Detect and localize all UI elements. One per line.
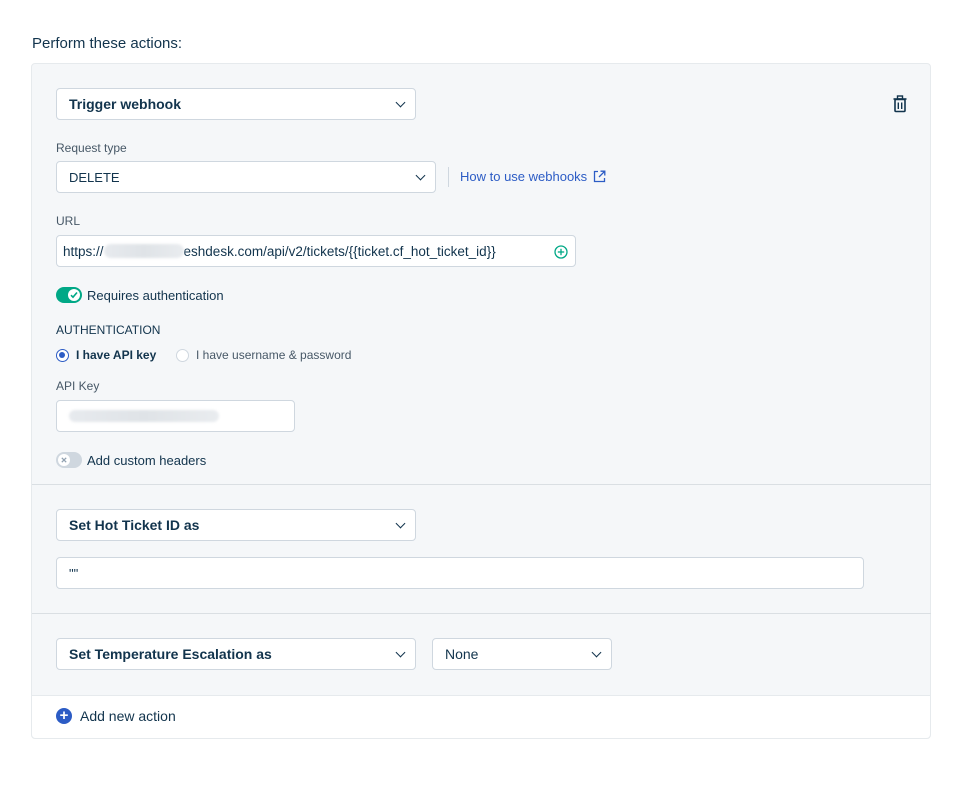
plus-circle-icon — [554, 245, 568, 259]
check-icon — [70, 291, 78, 299]
api-key-input[interactable] — [56, 400, 295, 432]
section-divider — [32, 613, 931, 614]
action-type-select-webhook[interactable]: Trigger webhook — [56, 88, 416, 120]
chevron-down-icon — [415, 170, 426, 181]
action-type-select-hot-ticket[interactable]: Set Hot Ticket ID as — [56, 509, 416, 541]
url-suffix: eshdesk.com/api/v2/tickets/{{ticket.cf_h… — [183, 243, 496, 259]
custom-headers-toggle[interactable] — [56, 452, 82, 468]
delete-action-button[interactable] — [892, 95, 908, 113]
requires-auth-toggle[interactable] — [56, 287, 82, 303]
auth-option-api-key[interactable]: I have API key — [56, 348, 156, 362]
url-input[interactable]: https:// eshdesk.com/api/v2/tickets/{{ti… — [56, 235, 576, 267]
custom-headers-row: Add custom headers — [56, 452, 206, 468]
action-type-value: Set Hot Ticket ID as — [69, 517, 200, 533]
action-type-value: Set Temperature Escalation as — [69, 646, 272, 662]
chevron-down-icon — [395, 518, 406, 529]
add-new-action-button[interactable]: + Add new action — [56, 708, 176, 724]
action-type-value: Trigger webhook — [69, 96, 182, 112]
action-type-select-temperature[interactable]: Set Temperature Escalation as — [56, 638, 416, 670]
chevron-down-icon — [395, 647, 406, 658]
chevron-down-icon — [395, 97, 406, 108]
api-key-label: API Key — [56, 379, 100, 393]
how-to-use-webhooks-link[interactable]: How to use webhooks — [460, 169, 606, 184]
chevron-down-icon — [591, 647, 602, 658]
request-type-label: Request type — [56, 141, 127, 155]
help-link-text: How to use webhooks — [460, 169, 588, 184]
request-type-value: DELETE — [69, 169, 120, 185]
section-divider — [32, 484, 931, 485]
hot-ticket-value-input[interactable]: "" — [56, 557, 864, 589]
custom-headers-label: Add custom headers — [87, 452, 207, 468]
x-icon — [61, 457, 67, 463]
authentication-heading: AUTHENTICATION — [56, 323, 161, 337]
section-heading: Perform these actions: — [32, 35, 183, 52]
hot-ticket-value: "" — [69, 565, 79, 581]
temperature-value-select[interactable]: None — [432, 638, 612, 670]
redacted-text — [69, 410, 219, 422]
request-type-select[interactable]: DELETE — [56, 161, 436, 193]
external-link-icon — [594, 170, 606, 183]
redacted-text — [103, 244, 184, 258]
radio-unchecked[interactable] — [176, 348, 189, 362]
auth-option-username-password[interactable]: I have username & password — [176, 348, 351, 362]
trash-icon — [893, 95, 907, 113]
url-label: URL — [56, 214, 81, 228]
add-new-action-label: Add new action — [80, 708, 176, 724]
divider — [448, 167, 449, 187]
radio-checked[interactable] — [56, 348, 69, 362]
url-prefix: https:// — [63, 243, 104, 259]
requires-auth-label: Requires authentication — [87, 287, 224, 303]
temperature-value: None — [445, 646, 479, 662]
plus-circle-icon: + — [56, 708, 72, 724]
requires-auth-row: Requires authentication — [56, 287, 224, 303]
insert-placeholder-button[interactable] — [554, 245, 568, 259]
